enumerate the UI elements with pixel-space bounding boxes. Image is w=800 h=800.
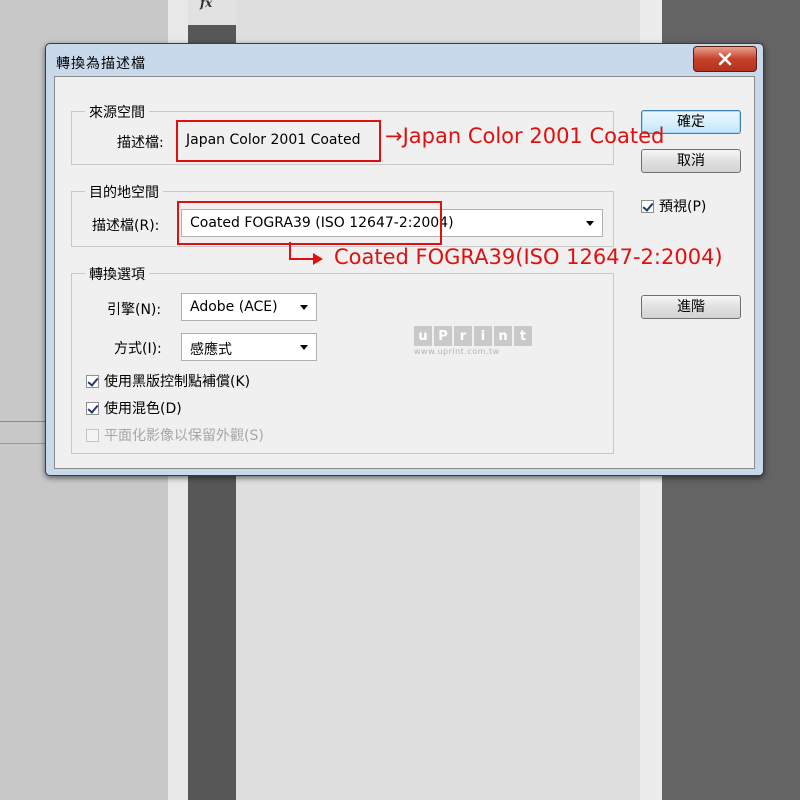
watermark-url: www.uprint.com.tw bbox=[414, 347, 500, 356]
dialog-titlebar[interactable]: 轉換為描述檔 bbox=[46, 44, 763, 76]
engine-label: 引擎(N): bbox=[107, 302, 162, 318]
destination-profile-annotation: Coated FOGRA39(ISO 12647-2:2004) bbox=[334, 245, 723, 269]
black-point-compensation-checkbox[interactable]: 使用黑版控制點補償(K) bbox=[86, 371, 250, 391]
preview-label: 預視(P) bbox=[659, 199, 707, 215]
destination-profile-label: 描述檔(R): bbox=[92, 218, 160, 234]
flatten-image-label: 平面化影像以保留外觀(S) bbox=[104, 428, 264, 444]
chevron-down-icon bbox=[300, 305, 308, 310]
checkbox-box[interactable] bbox=[641, 199, 654, 213]
watermark-letter: P bbox=[434, 326, 452, 346]
watermark-letter: n bbox=[494, 326, 512, 346]
source-profile-label: 描述檔: bbox=[117, 135, 164, 151]
intent-label: 方式(I): bbox=[114, 341, 162, 357]
destination-profile-highlight bbox=[177, 201, 442, 245]
watermark-letter: t bbox=[514, 326, 532, 346]
conversion-options-label: 轉換選項 bbox=[85, 264, 149, 284]
flatten-image-checkbox: 平面化影像以保留外觀(S) bbox=[86, 425, 264, 445]
use-dither-checkbox[interactable]: 使用混色(D) bbox=[86, 398, 182, 418]
watermark-letter: r bbox=[454, 326, 472, 346]
destination-space-label: 目的地空間 bbox=[85, 182, 163, 202]
use-dither-label: 使用混色(D) bbox=[104, 401, 182, 417]
watermark-letter: i bbox=[474, 326, 492, 346]
intent-select[interactable]: 感應式 bbox=[181, 333, 317, 361]
cancel-button[interactable]: 取消 bbox=[641, 149, 741, 173]
chevron-down-icon bbox=[586, 221, 594, 226]
source-profile-highlight bbox=[176, 120, 381, 162]
black-point-compensation-label: 使用黑版控制點補償(K) bbox=[104, 374, 251, 390]
chevron-down-icon bbox=[300, 345, 308, 350]
uprint-watermark: u P r i n t www.uprint.com.tw bbox=[414, 326, 532, 356]
advanced-button[interactable]: 進階 bbox=[641, 295, 741, 319]
engine-value: Adobe (ACE) bbox=[190, 299, 278, 315]
dialog-title: 轉換為描述檔 bbox=[56, 56, 146, 72]
watermark-logo: u P r i n t bbox=[414, 326, 532, 346]
close-button[interactable] bbox=[693, 46, 757, 72]
checkbox-box[interactable] bbox=[86, 374, 99, 388]
intent-value: 感應式 bbox=[190, 342, 232, 358]
close-icon bbox=[718, 52, 732, 66]
annotation-arrow-icon bbox=[289, 242, 323, 265]
watermark-letter: u bbox=[414, 326, 432, 346]
source-space-label: 來源空間 bbox=[85, 102, 149, 122]
source-profile-annotation: →Japan Color 2001 Coated bbox=[385, 124, 665, 148]
fx-label: fx bbox=[200, 0, 213, 10]
checkbox-box[interactable] bbox=[86, 401, 99, 415]
checkbox-box bbox=[86, 428, 99, 442]
engine-select[interactable]: Adobe (ACE) bbox=[181, 293, 317, 321]
preview-checkbox[interactable]: 預視(P) bbox=[641, 196, 706, 216]
